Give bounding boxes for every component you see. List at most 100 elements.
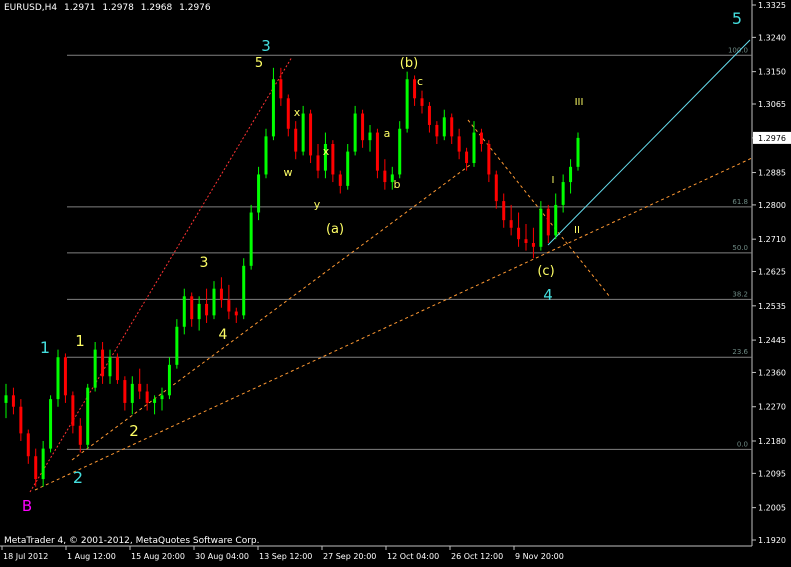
candle-body [554, 204, 558, 236]
candle-body [115, 357, 119, 381]
candle-body [420, 98, 424, 106]
price-tick-label: 1.2360 [758, 368, 786, 377]
candle-body [524, 239, 528, 243]
candle-body [309, 113, 313, 156]
candle-body [257, 174, 261, 213]
candle-body [242, 265, 246, 316]
candle-body [279, 79, 283, 99]
price-chart[interactable]: 100.061.850.038.223.60.0 535 (b)cxxawyb(a… [0, 0, 791, 567]
candle-body [472, 132, 476, 164]
candle-body [205, 303, 209, 316]
time-tick-label: 12 Oct 04:00 [387, 552, 439, 561]
candle [115, 353, 119, 384]
candle [576, 132, 580, 171]
candle-body [316, 155, 320, 171]
wave-label: b [394, 178, 401, 191]
time-tick-label: 9 Nov 20:00 [515, 552, 564, 561]
candle-body [494, 174, 498, 202]
candle-body [331, 143, 335, 175]
candle-body [4, 395, 8, 403]
candle-body [264, 136, 268, 175]
candle-body [442, 117, 446, 137]
wave-label: 3 [200, 255, 209, 271]
fib-label: 0.0 [737, 440, 748, 448]
wave-label: y [314, 198, 321, 211]
candle-body [479, 132, 483, 144]
candle-body [249, 212, 253, 266]
candle [257, 166, 261, 221]
symbol-label: EURUSD,H4 [4, 3, 58, 13]
candle-body [71, 395, 75, 426]
close-value: 1.2976 [179, 3, 211, 13]
candle-body [101, 349, 105, 377]
candle-body [153, 399, 157, 403]
time-tick-label: 15 Aug 20:00 [131, 552, 185, 561]
candle-body [301, 113, 305, 152]
wave-label: 4 [219, 327, 228, 343]
candle-body [375, 132, 379, 171]
candle-body [190, 296, 194, 320]
price-tick-label: 1.2445 [758, 336, 786, 345]
copyright-text: MetaTrader 4, © 2001-2012, MetaQuotes So… [4, 536, 260, 546]
candle-body [413, 79, 417, 99]
candle-body [11, 395, 15, 407]
fib-label: 100.0 [728, 46, 748, 54]
time-tick-label: 1 Aug 12:00 [67, 552, 116, 561]
wave-label: (c) [537, 264, 554, 279]
candle-body [531, 242, 535, 247]
candle-body [175, 326, 179, 365]
wave-label: a [384, 127, 391, 140]
candle-body [78, 425, 82, 445]
candle-body [160, 395, 164, 400]
candle-body [63, 357, 67, 396]
candle-body [546, 208, 550, 236]
candle-body [182, 296, 186, 327]
candle-body [167, 364, 171, 396]
candle-body [576, 137, 580, 167]
open-value: 1.2971 [64, 3, 96, 13]
time-tick-label: 26 Oct 12:00 [451, 552, 503, 561]
price-tick-label: 1.3150 [758, 68, 786, 77]
candle-body [93, 349, 97, 388]
candle-body [86, 387, 90, 445]
candle-body [450, 117, 454, 137]
candle-body [569, 166, 573, 183]
candle-body [338, 174, 342, 186]
candle-body [465, 151, 469, 164]
candle-body [353, 113, 357, 152]
candle [242, 258, 246, 320]
candle [56, 349, 60, 407]
candle-body [138, 383, 142, 392]
candle-body [286, 98, 290, 129]
candle-body [26, 433, 30, 457]
candle [249, 204, 253, 270]
candle [86, 383, 90, 449]
wave-label: 1 [40, 338, 50, 357]
current-price-label: 1.2976 [758, 134, 786, 143]
candle-body [19, 406, 23, 434]
candle-body [517, 227, 521, 240]
time-tick-label: 30 Aug 04:00 [195, 552, 249, 561]
wave-label: 2 [73, 468, 83, 487]
price-tick-label: 1.2180 [758, 437, 786, 446]
candle-body [108, 357, 112, 377]
wave-label: x [294, 106, 301, 119]
candle-body [502, 201, 506, 221]
candle-body [49, 399, 53, 449]
high-value: 1.2978 [102, 3, 134, 13]
candle-body [123, 380, 127, 403]
candle-body [41, 448, 45, 480]
chart-header: EURUSD,H4 1.2971 1.2978 1.2968 1.2976 [4, 3, 215, 13]
candle [309, 109, 313, 164]
wave-label: I [552, 175, 555, 186]
candle [398, 121, 402, 179]
wave-label: 5 [732, 9, 742, 28]
candle-body [145, 391, 149, 403]
price-tick-label: 1.2005 [758, 504, 786, 513]
candle-body [435, 124, 439, 137]
time-tick-label: 18 Jul 2012 [3, 552, 48, 561]
candle-body [212, 288, 216, 316]
candle-body [234, 311, 238, 316]
price-tick-label: 1.2710 [758, 235, 786, 244]
fib-label: 50.0 [732, 244, 748, 252]
